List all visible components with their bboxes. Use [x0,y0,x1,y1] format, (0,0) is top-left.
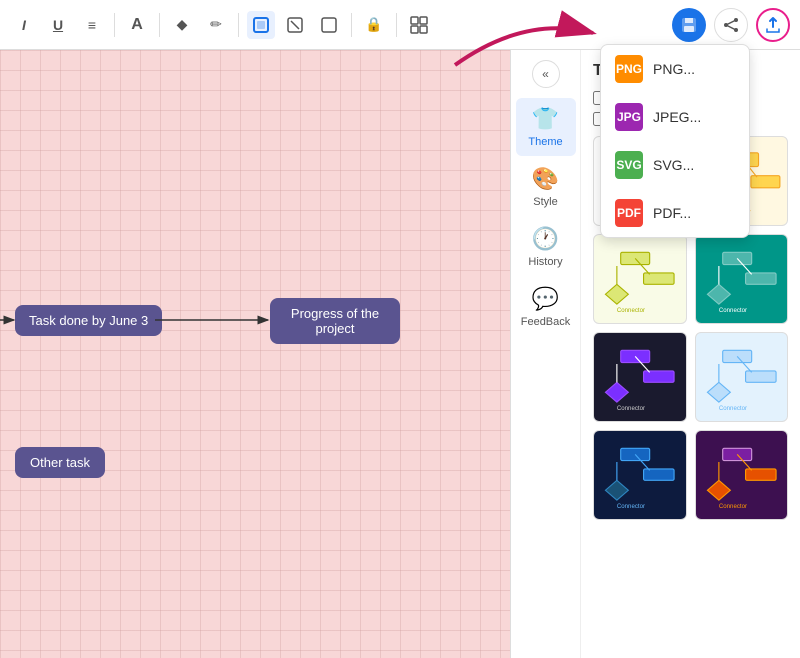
svg-text:Connector: Connector [718,405,746,412]
sidebar-item-theme[interactable]: 👕 Theme [516,98,576,156]
toolbar: I U ≡ A ◆ ✏ 🔒 [0,0,800,50]
separator-4 [351,13,352,37]
theme-card-yellow[interactable]: Connector [593,234,687,324]
theme-card-light-blue[interactable]: Connector [695,332,789,422]
export-svg[interactable]: SVG SVG... [601,141,749,189]
svg-text:Connector: Connector [617,405,645,412]
text-tool[interactable]: A [123,11,151,39]
sidebar-item-history-label: History [528,256,562,268]
sidebar-item-feedback-label: FeedBack [521,316,571,328]
export-button[interactable] [756,8,790,42]
sidebar-item-feedback[interactable]: 💬 FeedBack [516,278,576,336]
svg-text:Connector: Connector [617,503,645,510]
theme-card-dark-blue[interactable]: Connector [593,430,687,520]
share-button[interactable] [714,8,748,42]
svg-icon: SVG [615,151,643,179]
feedback-icon: 💬 [532,286,559,312]
png-label: PNG... [653,61,695,77]
export-png[interactable]: PNG PNG... [601,45,749,93]
node-task1[interactable]: Task done by June 3 [15,305,162,336]
jpeg-icon: JPG [615,103,643,131]
node-task2[interactable]: Progress of the project [270,298,400,344]
align-tool[interactable]: ≡ [78,11,106,39]
svg-label: SVG... [653,157,694,173]
save-button[interactable] [672,8,706,42]
svg-text:Connector: Connector [617,307,645,314]
export-pdf[interactable]: PDF PDF... [601,189,749,237]
separator-1 [114,13,115,37]
export-jpeg[interactable]: JPG JPEG... [601,93,749,141]
theme-icon: 👕 [532,106,559,132]
theme-card-teal[interactable]: Connector [695,234,789,324]
sidebar-item-style-label: Style [533,196,557,208]
theme-card-dark[interactable]: Connector [593,332,687,422]
italic-tool[interactable]: I [10,11,38,39]
pdf-icon: PDF [615,199,643,227]
right-sidebar: « 👕 Theme 🎨 Style 🕐 History 💬 FeedBack [511,50,581,658]
lock-tool[interactable]: 🔒 [360,11,388,39]
select-tool[interactable] [247,11,275,39]
move-tool[interactable] [315,11,343,39]
export-dropdown: PNG PNG... JPG JPEG... SVG SVG... PDF PD… [600,44,750,238]
sidebar-item-history[interactable]: 🕐 History [516,218,576,276]
png-icon: PNG [615,55,643,83]
crop-tool[interactable] [281,11,309,39]
svg-text:Connector: Connector [718,503,746,510]
canvas-area[interactable]: Task done by June 3 Progress of the proj… [0,50,510,658]
separator-2 [159,13,160,37]
canvas-arrows [0,50,510,658]
separator-5 [396,13,397,37]
style-icon: 🎨 [532,166,559,192]
pdf-label: PDF... [653,205,691,221]
pen-tool[interactable]: ✏ [202,11,230,39]
sidebar-item-style[interactable]: 🎨 Style [516,158,576,216]
fill-tool[interactable]: ◆ [168,11,196,39]
underline-tool[interactable]: U [44,11,72,39]
node-other[interactable]: Other task [15,447,105,478]
theme-card-purple[interactable]: Connector [695,430,789,520]
history-icon: 🕐 [532,226,559,252]
separator-3 [238,13,239,37]
grid-tool[interactable] [405,11,433,39]
sidebar-item-theme-label: Theme [528,136,562,148]
toolbar-right [672,8,790,42]
svg-text:Connector: Connector [718,307,746,314]
collapse-button[interactable]: « [532,60,560,88]
jpeg-label: JPEG... [653,109,701,125]
